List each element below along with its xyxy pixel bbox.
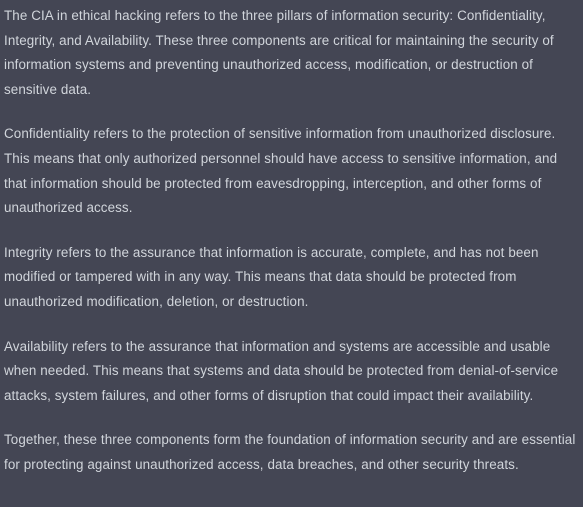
paragraph-availability: Availability refers to the assurance tha…	[4, 338, 559, 403]
paragraph-intro: The CIA in ethical hacking refers to the…	[4, 8, 554, 97]
paragraph-integrity: Integrity refers to the assurance that i…	[4, 244, 539, 309]
paragraph-confidentiality: Confidentiality refers to the protection…	[4, 126, 558, 216]
paragraph-conclusion: Together, these three components form th…	[4, 432, 576, 472]
assistant-message: The CIA in ethical hacking refers to the…	[0, 0, 583, 507]
